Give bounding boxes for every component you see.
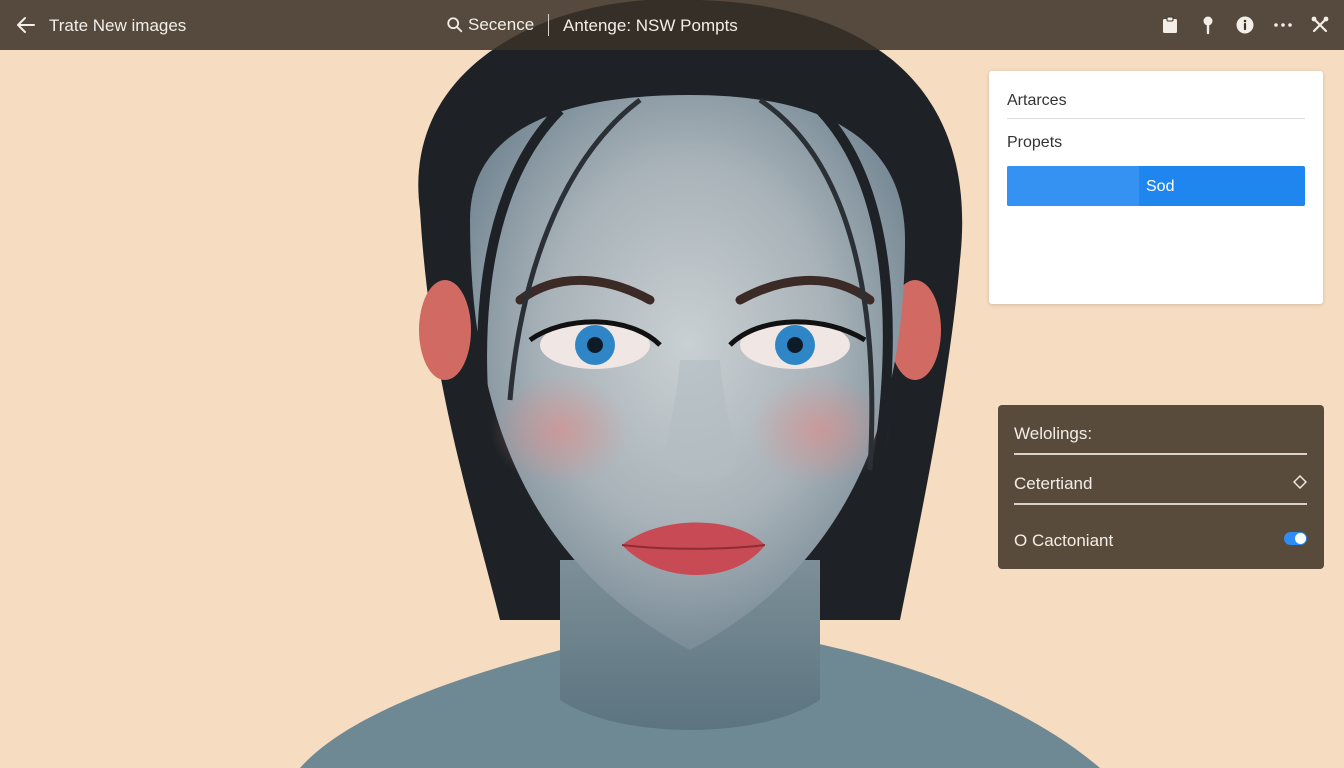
settings-heading: Welolings: (1014, 424, 1093, 443)
settings-option-2[interactable]: O Cactoniant (998, 519, 1324, 559)
back-arrow-icon[interactable] (14, 13, 38, 37)
primary-button[interactable]: Sod (1007, 166, 1305, 206)
search-label: Secence (468, 15, 535, 34)
tools-icon[interactable] (1309, 14, 1331, 36)
settings-option-1[interactable]: Cetertiand (998, 462, 1324, 502)
settings-option-1-label: Cetertiand (1014, 474, 1093, 493)
more-icon[interactable] (1272, 14, 1294, 36)
page-title: Trate New images (49, 16, 187, 35)
prompt-tab[interactable]: Antenge: NSW Pompts (563, 16, 738, 36)
tab-divider (548, 14, 549, 36)
settings-toggle[interactable] (1284, 532, 1307, 545)
primary-button-label: Sod (1146, 178, 1175, 195)
clipboard-icon[interactable] (1159, 14, 1181, 36)
panel-item-2[interactable]: Propets (1007, 134, 1062, 152)
diamond-icon (1293, 475, 1307, 489)
panel-item-1[interactable]: Artarces (1007, 92, 1067, 110)
search-icon (447, 17, 463, 33)
panel-divider (1007, 118, 1305, 119)
top-bar: Trate New images Secence Antenge: NSW Po… (0, 0, 1344, 50)
settings-panel: Welolings: Cetertiand O Cactoniant (998, 405, 1324, 569)
info-icon[interactable] (1234, 14, 1256, 36)
settings-option-2-label: O Cactoniant (1014, 531, 1114, 550)
attributes-panel: Artarces Propets Sod (989, 71, 1323, 304)
button-highlight-segment (1007, 166, 1139, 206)
settings-divider (1014, 453, 1307, 455)
search-tab[interactable]: Secence (446, 13, 534, 37)
settings-divider (1014, 503, 1307, 505)
pin-icon[interactable] (1197, 14, 1219, 36)
toggle-knob (1295, 533, 1306, 544)
